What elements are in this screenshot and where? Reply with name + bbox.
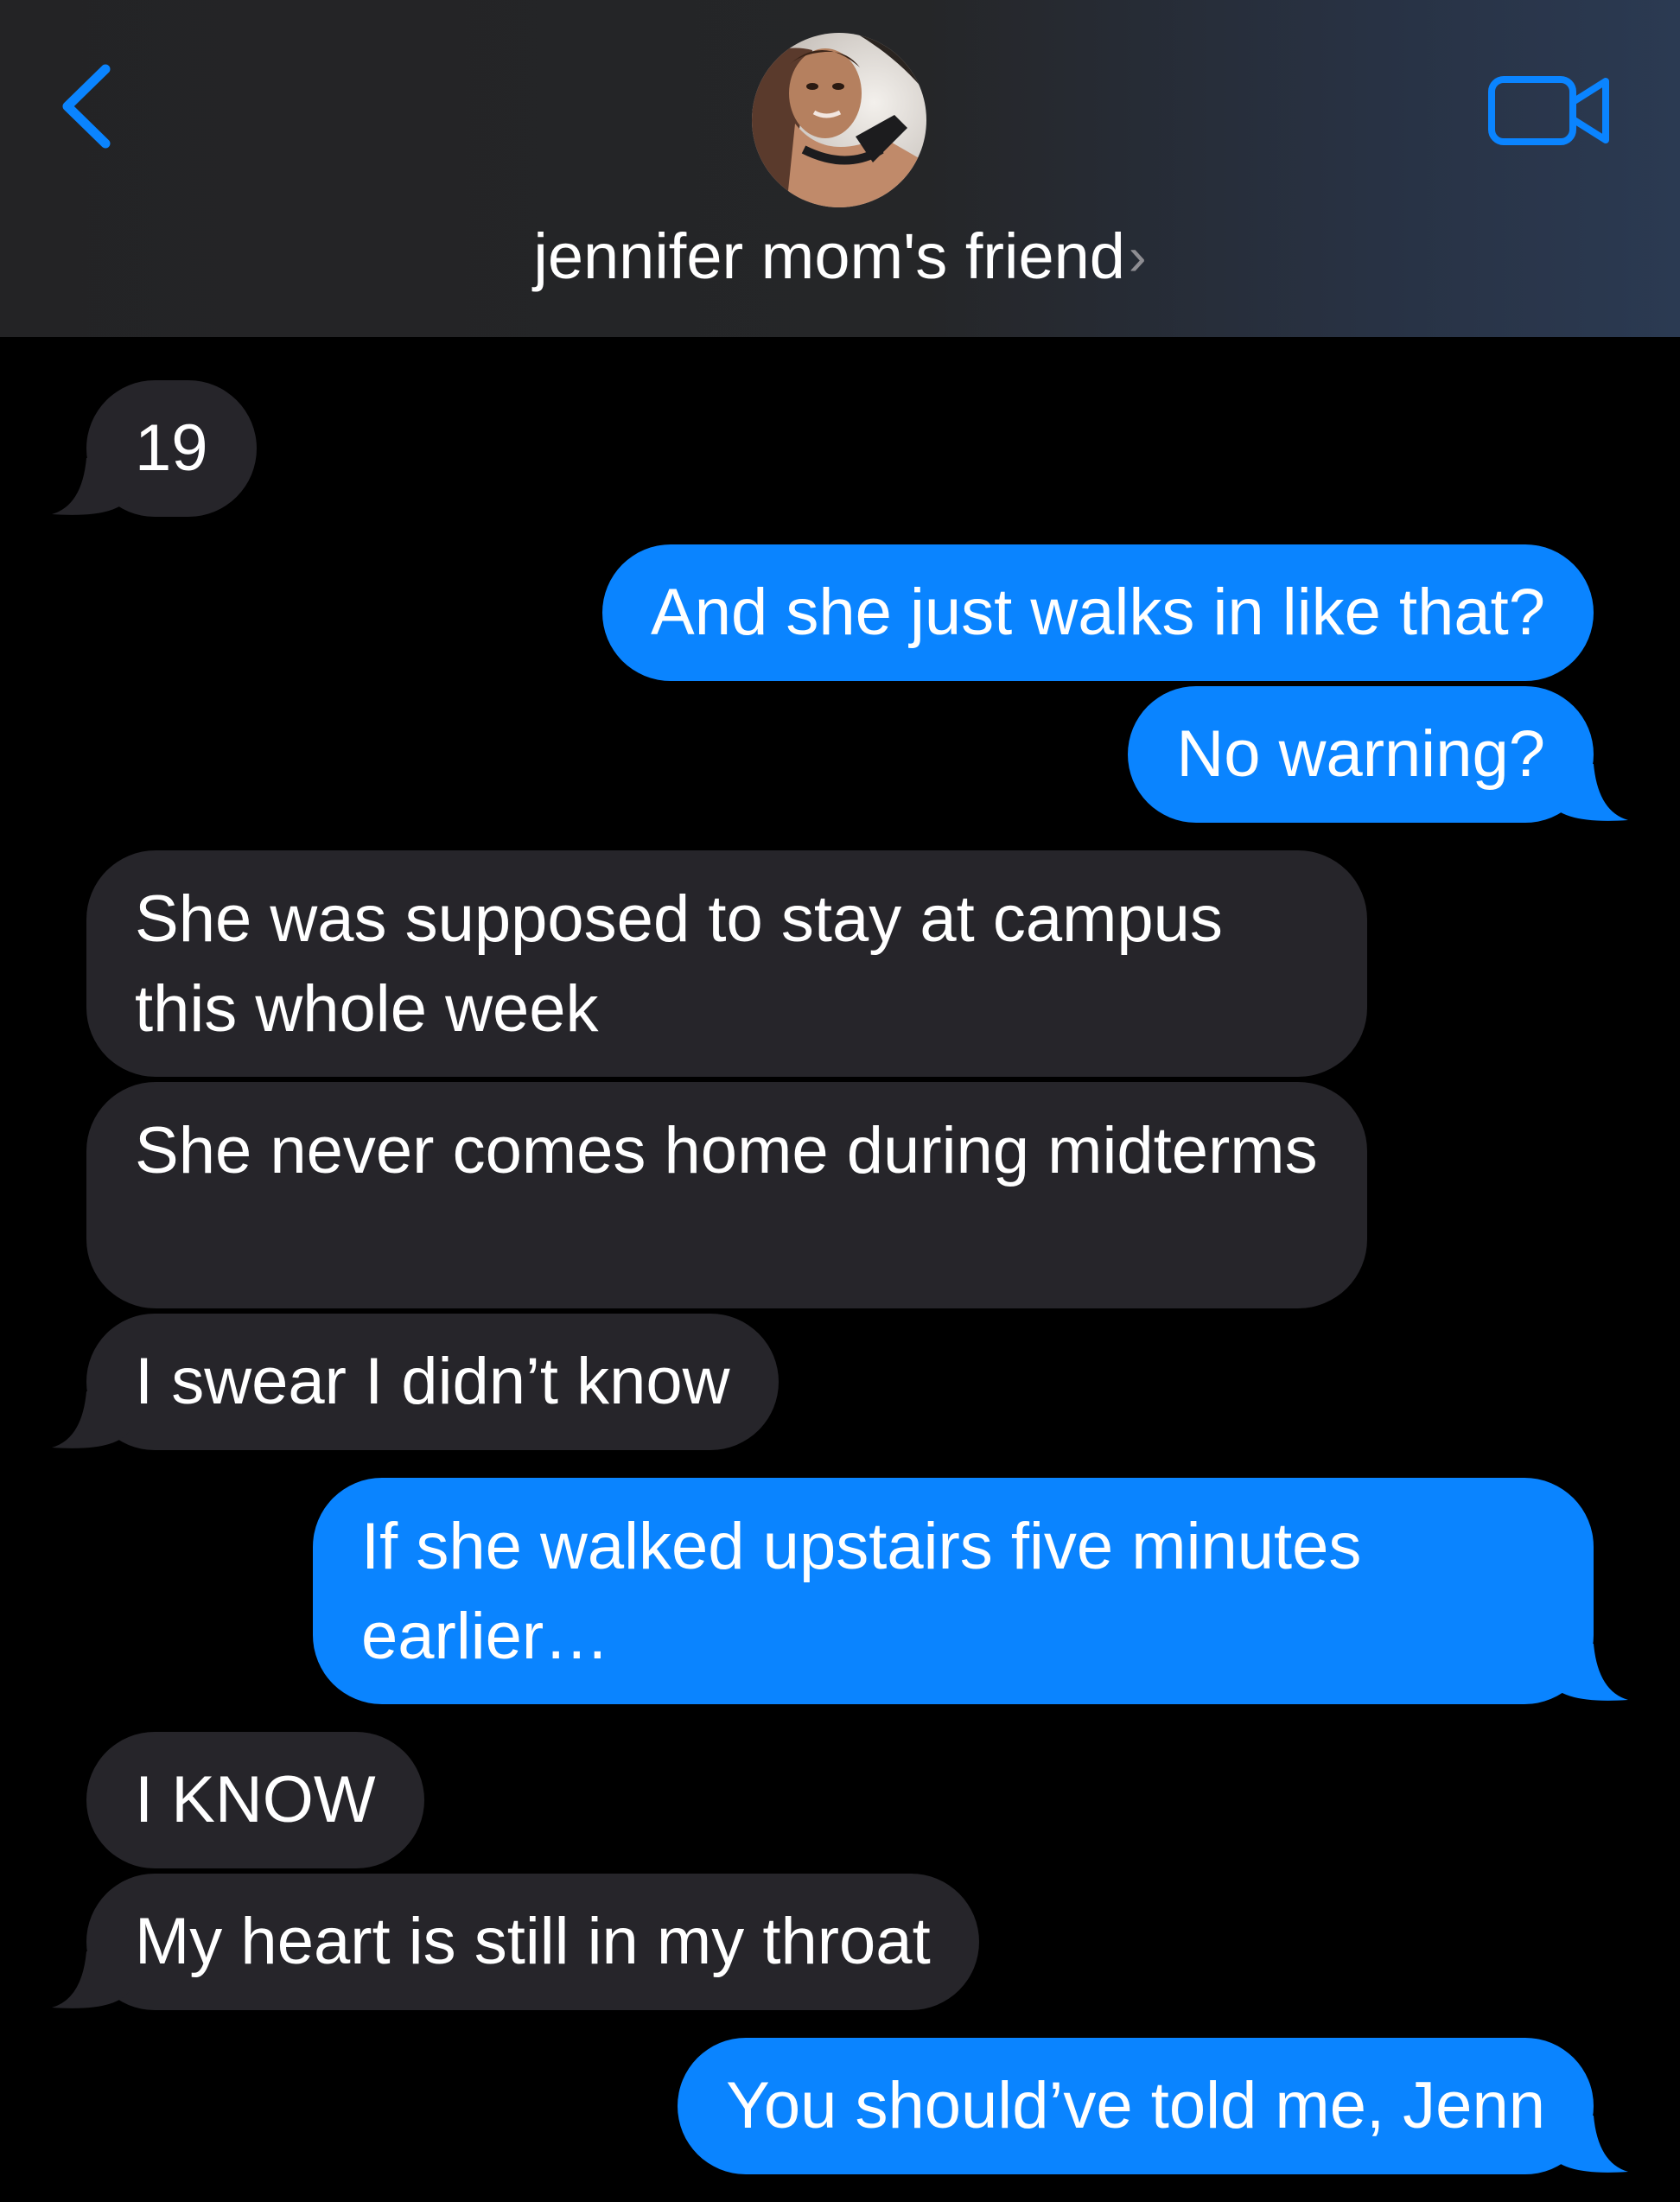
message-bubble-incoming[interactable]: My heart is still in my throat bbox=[86, 1874, 979, 2010]
message-bubble-incoming[interactable]: I KNOW bbox=[86, 1732, 424, 1868]
chevron-left-icon bbox=[62, 64, 111, 149]
message-bubble-outgoing[interactable]: And she just walks in like that? bbox=[602, 544, 1594, 681]
avatar[interactable] bbox=[752, 33, 926, 207]
video-camera-icon bbox=[1488, 76, 1609, 145]
message-text: My heart is still in my throat bbox=[135, 1905, 931, 1978]
facetime-video-button[interactable] bbox=[1485, 67, 1614, 154]
message-bubble-incoming[interactable]: I swear I didn’t know bbox=[86, 1314, 779, 1450]
contact-photo bbox=[752, 33, 926, 207]
bubble-tail-incoming bbox=[52, 1951, 130, 2008]
message-bubble-incoming[interactable]: She was supposed to stay at campus this … bbox=[86, 850, 1367, 1077]
message-text: If she walked upstairs five minutes earl… bbox=[361, 1510, 1362, 1673]
bubble-tail-outgoing bbox=[1550, 764, 1628, 821]
message-thread: 19 And she just walks in like that? No w… bbox=[0, 337, 1680, 2202]
bubble-tail-outgoing bbox=[1550, 2116, 1628, 2173]
conversation-header: jennifer mom's friend› bbox=[0, 0, 1680, 337]
message-bubble-outgoing[interactable]: You should’ve told me, Jenn bbox=[678, 2038, 1594, 2174]
bubble-tail-incoming bbox=[52, 458, 130, 515]
message-bubble-incoming[interactable]: She never comes home during midterms bbox=[86, 1082, 1367, 1308]
message-text: She was supposed to stay at campus this … bbox=[135, 882, 1223, 1046]
message-bubble-outgoing[interactable]: If she walked upstairs five minutes earl… bbox=[313, 1478, 1594, 1704]
back-button[interactable] bbox=[52, 59, 121, 154]
bubble-tail-incoming bbox=[52, 1391, 130, 1448]
message-text: I swear I didn’t know bbox=[135, 1345, 730, 1418]
message-text: You should’ve told me, Jenn bbox=[726, 2069, 1545, 2142]
contact-name[interactable]: jennifer mom's friend› bbox=[0, 218, 1680, 296]
chevron-right-icon: › bbox=[1128, 227, 1147, 287]
message-text: No warning? bbox=[1176, 717, 1545, 791]
bubble-tail-outgoing bbox=[1550, 1644, 1628, 1701]
contact-name-text: jennifer mom's friend bbox=[533, 220, 1125, 292]
message-text: I KNOW bbox=[135, 1763, 376, 1836]
message-text: And she just walks in like that? bbox=[651, 576, 1545, 649]
message-text: She never comes home during midterms bbox=[135, 1114, 1318, 1187]
